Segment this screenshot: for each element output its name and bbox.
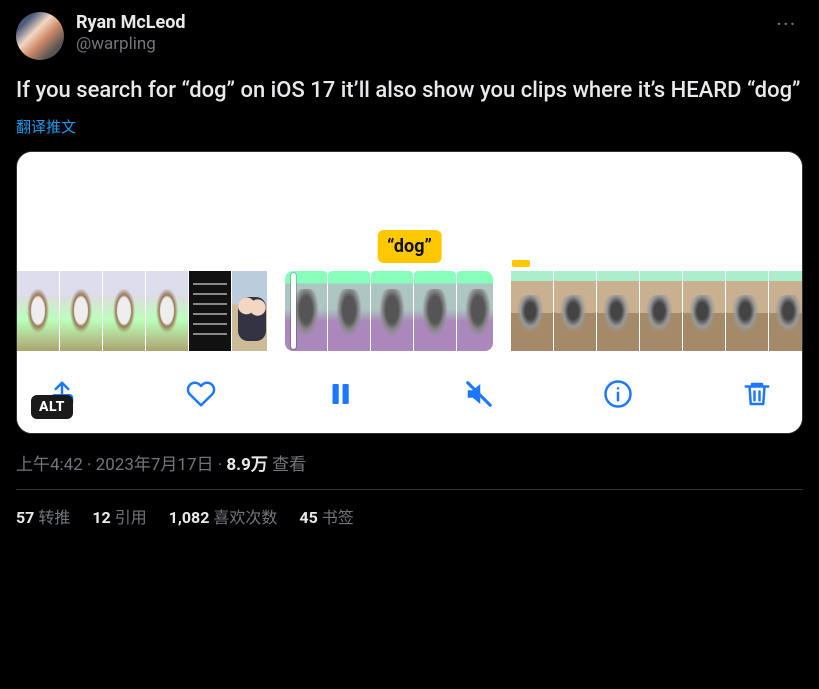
caption-tick xyxy=(512,260,530,267)
pause-icon[interactable] xyxy=(325,379,355,409)
thumbnail-frame xyxy=(554,271,596,351)
bookmarks-stat[interactable]: 45书签 xyxy=(299,504,353,528)
views-label: 查看 xyxy=(272,455,306,475)
heart-icon[interactable] xyxy=(186,379,216,409)
thumbnail-frame xyxy=(414,271,456,351)
thumbnail-frame xyxy=(597,271,639,351)
info-icon[interactable] xyxy=(603,379,633,409)
thumbnail-frame xyxy=(146,271,188,351)
tweet-text: If you search for “dog” on iOS 17 it’ll … xyxy=(16,76,803,106)
thumbnail-frame xyxy=(371,271,413,351)
quotes-stat[interactable]: 12引用 xyxy=(92,504,146,528)
thumbnail-frame xyxy=(103,271,145,351)
likes-stat[interactable]: 1,082喜欢次数 xyxy=(169,504,278,528)
retweets-stat[interactable]: 57转推 xyxy=(16,504,70,528)
playhead[interactable] xyxy=(291,273,296,349)
more-button[interactable]: ··· xyxy=(771,12,803,35)
thumbnail-frame xyxy=(457,271,493,351)
media-card[interactable]: “dog” xyxy=(16,151,803,434)
mute-icon[interactable] xyxy=(464,379,494,409)
display-name: Ryan McLeod xyxy=(76,12,186,34)
thumbnail-frame xyxy=(60,271,102,351)
clip-right[interactable] xyxy=(511,271,802,351)
tweet-meta: 上午4:42 · 2023年7月17日 · 8.9万 查看 xyxy=(16,450,803,475)
tweet-date[interactable]: 2023年7月17日 xyxy=(96,455,214,475)
media-controls xyxy=(17,359,802,433)
handle: @warpling xyxy=(76,34,186,54)
tweet-time[interactable]: 上午4:42 xyxy=(16,455,83,475)
trash-icon[interactable] xyxy=(742,379,772,409)
views-count: 8.9万 xyxy=(226,455,267,475)
author-names[interactable]: Ryan McLeod @warpling xyxy=(76,12,186,54)
filmstrip xyxy=(17,267,802,359)
thumbnail-frame xyxy=(683,271,725,351)
clip-left[interactable] xyxy=(17,271,267,351)
clip-center[interactable] xyxy=(285,271,493,351)
media-top: “dog” xyxy=(17,152,802,267)
thumbnail-frame xyxy=(511,271,553,351)
thumbnail-frame xyxy=(232,271,267,351)
thumbnail-frame xyxy=(726,271,768,351)
alt-badge[interactable]: ALT xyxy=(31,395,73,419)
tweet-header: Ryan McLeod @warpling ··· xyxy=(16,12,803,60)
thumbnail-frame xyxy=(769,271,802,351)
thumbnail-frame xyxy=(189,271,231,351)
translate-link[interactable]: 翻译推文 xyxy=(16,116,803,137)
thumbnail-frame xyxy=(17,271,59,351)
avatar[interactable] xyxy=(16,12,64,60)
caption-bubble: “dog” xyxy=(377,230,442,263)
thumbnail-frame xyxy=(328,271,370,351)
tweet-stats: 57转推 12引用 1,082喜欢次数 45书签 xyxy=(16,490,803,528)
thumbnail-frame xyxy=(640,271,682,351)
tweet: Ryan McLeod @warpling ··· If you search … xyxy=(16,12,803,528)
